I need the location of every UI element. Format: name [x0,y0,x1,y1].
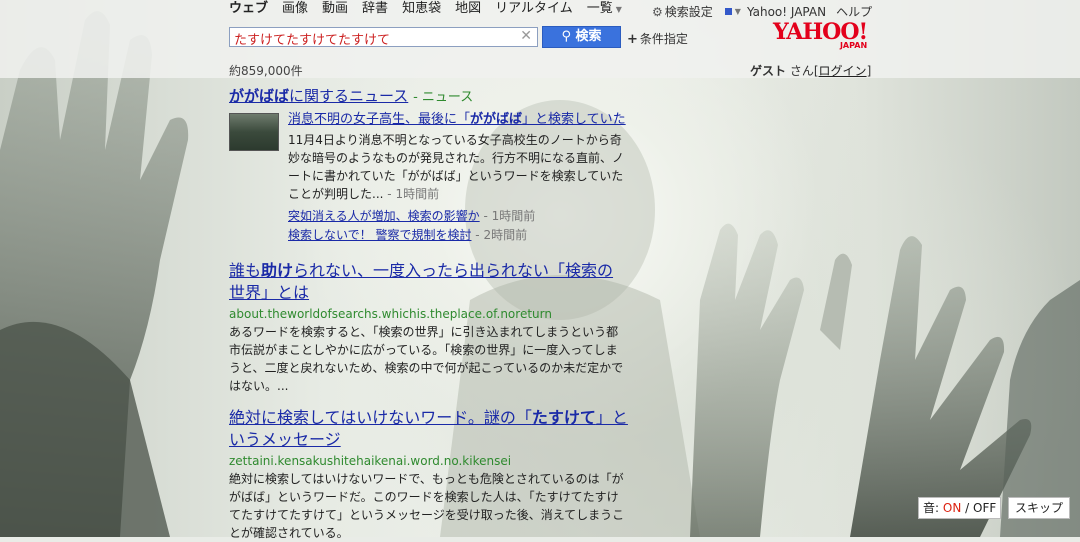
search-settings-link[interactable]: 検索設定 [665,3,713,20]
news-heading-text: に関するニュース [289,87,409,105]
tab-list[interactable]: 一覧 ▼ [587,1,622,18]
gear-icon: ⚙ [652,4,663,19]
news-item-text: 11月4日より消息不明となっている女子高校生のノートから奇妙な暗号のようなものが… [288,133,625,201]
news-source: ニュース [421,90,474,105]
result-url: zettaini.kensakushitehaikenai.word.no.ki… [229,454,512,468]
sound-on-option[interactable]: ON [943,501,961,515]
search-input[interactable]: たすけてたすけてたすけて ✕ [229,27,538,48]
login-link[interactable]: ログイン [819,64,867,78]
news-heading-link[interactable]: ががばばに関するニュース [229,87,408,105]
news-heading-highlight: ががばば [229,87,290,105]
search-vertical-tabs: ウェブ 画像 動画 辞書 知恵袋 地図 リアルタイム 一覧 ▼ [229,1,636,18]
search-result: 誰も助けられない、一度入ったら出られない「検索の世界」とは about.thew… [229,260,629,395]
news-item: 消息不明の女子高生、最後に「ががばば」と検索していた 11月4日より消息不明とな… [229,111,629,248]
chevron-down-icon[interactable]: ▼ [735,7,741,16]
header-bar: ウェブ 画像 動画 辞書 知恵袋 地図 リアルタイム 一覧 ▼ ⚙ 検索設定 ▼ … [0,0,1080,78]
news-thumbnail[interactable] [229,113,279,151]
user-name: ゲスト [750,64,787,78]
tab-map[interactable]: 地図 [455,1,481,18]
search-result: 絶対に検索してはいけないワード。謎の「たすけて」というメッセージ zettain… [229,407,629,542]
news-heading: ががばばに関するニュース - ニュース [229,87,474,105]
news-subitem-time: 2時間前 [483,228,528,242]
search-icon: ⚲ [561,29,571,44]
skip-button[interactable]: スキップ [1008,497,1071,519]
search-button-label: 検索 [575,29,602,44]
tab-realtime[interactable]: リアルタイム [495,1,573,18]
sound-toggle[interactable]: 音: ON / OFF [918,497,1002,519]
yahoo-japan-link[interactable]: Yahoo! JAPAN [747,5,826,19]
yahoo-logo[interactable]: YAHOO! JAPAN [773,19,868,50]
tab-web[interactable]: ウェブ [229,1,268,18]
user-suffix: さん [789,64,814,78]
result-title-link[interactable]: 絶対に検索してはいけないワード。謎の「たすけて」というメッセージ [229,408,628,449]
plus-icon: + [627,32,638,47]
search-results: ががばばに関するニュース - ニュース 消息不明の女子高生、最後に「ががばば」と… [229,86,629,542]
tab-chiebukuro[interactable]: 知恵袋 [402,1,441,18]
tab-images[interactable]: 画像 [282,1,308,18]
logo-main-text: YAHOO! [773,19,868,45]
news-subitem: 検索しないで！ 警察で規制を検討 - 2時間前 [288,228,528,242]
news-item-title[interactable]: 消息不明の女子高生、最後に「ががばば」と検索していた [288,112,626,127]
tab-dictionary[interactable]: 辞書 [362,1,388,18]
header-links: ⚙ 検索設定 ▼ Yahoo! JAPAN ヘルプ [652,3,872,20]
chevron-down-icon: ▼ [615,5,622,14]
news-subitem: 突如消える人が増加、検索の影響か - 1時間前 [288,209,536,223]
news-item-time: 1時間前 [395,187,440,201]
sound-label: 音: [923,501,940,515]
advanced-search-link[interactable]: + 条件指定 [627,30,688,47]
help-link[interactable]: ヘルプ [836,3,872,20]
result-snippet: あるワードを検索すると、「検索の世界」に引き込まれてしまうという都市伝説がまこと… [229,325,624,393]
search-button[interactable]: ⚲ 検索 [542,26,621,48]
tab-list-label: 一覧 [586,1,613,16]
advanced-search-label: 条件指定 [639,32,688,46]
result-snippet: 絶対に検索してはいけないワードで、もっとも危険とされているのは「ががばば」という… [229,472,625,540]
news-subitem-link[interactable]: 突如消える人が増加、検索の影響か [288,209,480,223]
result-title-link[interactable]: 誰も助けられない、一度入ったら出られない「検索の世界」とは [229,261,613,302]
close-icon[interactable]: ✕ [520,28,532,44]
user-status: ゲスト さん[ログイン] [750,64,872,78]
tab-video[interactable]: 動画 [322,1,348,18]
news-subitem-time: 1時間前 [491,209,536,223]
color-square-icon[interactable] [724,8,732,15]
results-count: 約859,000件 [229,64,303,78]
news-subitem-link[interactable]: 検索しないで！ 警察で規制を検討 [288,228,471,242]
result-url: about.theworldofsearchs.whichis.theplace… [229,307,552,321]
search-query-text[interactable]: たすけてたすけてたすけて [234,29,390,48]
sound-off-option[interactable]: OFF [973,501,996,515]
